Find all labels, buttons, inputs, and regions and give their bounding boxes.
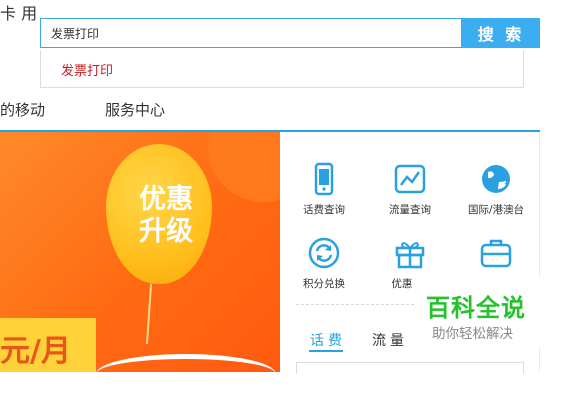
- service-business[interactable]: [456, 236, 536, 276]
- nav-item-my-mobile[interactable]: 的移动: [0, 99, 45, 120]
- search-input[interactable]: [41, 19, 461, 47]
- tab-data[interactable]: 流量: [372, 330, 408, 350]
- refresh-icon: [308, 237, 340, 269]
- banner-headline-1: 卡: [0, 4, 17, 23]
- service-label: 话费查询: [303, 204, 345, 216]
- service-label: 流量查询: [389, 204, 431, 216]
- service-points-exchange[interactable]: 积分兑换: [284, 236, 364, 291]
- watermark-subtitle: 助你轻松解决: [432, 326, 513, 342]
- banner-curve: [96, 354, 276, 394]
- chart-icon: [394, 164, 426, 194]
- search-button[interactable]: 搜 索: [462, 18, 540, 48]
- service-international[interactable]: 国际/港澳台: [456, 162, 536, 217]
- gift-icon: [395, 242, 425, 269]
- banner-headline-2: 用: [21, 4, 38, 23]
- briefcase-icon: [480, 239, 512, 268]
- search-suggestions: 发票打印: [40, 50, 524, 88]
- service-label: 积分兑换: [303, 278, 345, 290]
- globe-icon: [482, 165, 510, 193]
- balloon-line-2: 升级: [139, 216, 193, 247]
- nav-item-service-center[interactable]: 服务中心: [105, 99, 165, 120]
- price-text: 元/月: [0, 334, 71, 369]
- service-data-query[interactable]: 流量查询: [370, 162, 450, 217]
- recharge-input[interactable]: [296, 362, 524, 374]
- banner-decor-circle: [208, 132, 280, 202]
- tab-active-indicator: [309, 350, 343, 352]
- service-label: 国际/港澳台: [467, 204, 525, 216]
- tab-bill[interactable]: 话费: [310, 330, 346, 350]
- service-bill-query[interactable]: 话费查询: [284, 162, 364, 217]
- suggestion-item[interactable]: 发票打印: [61, 60, 113, 79]
- balloon-line-1: 优惠: [139, 184, 193, 215]
- search-box: [40, 18, 462, 48]
- watermark-title: 百科全说: [426, 294, 526, 322]
- phone-icon: [314, 162, 334, 196]
- balloon-text: 优惠 升级: [126, 184, 206, 248]
